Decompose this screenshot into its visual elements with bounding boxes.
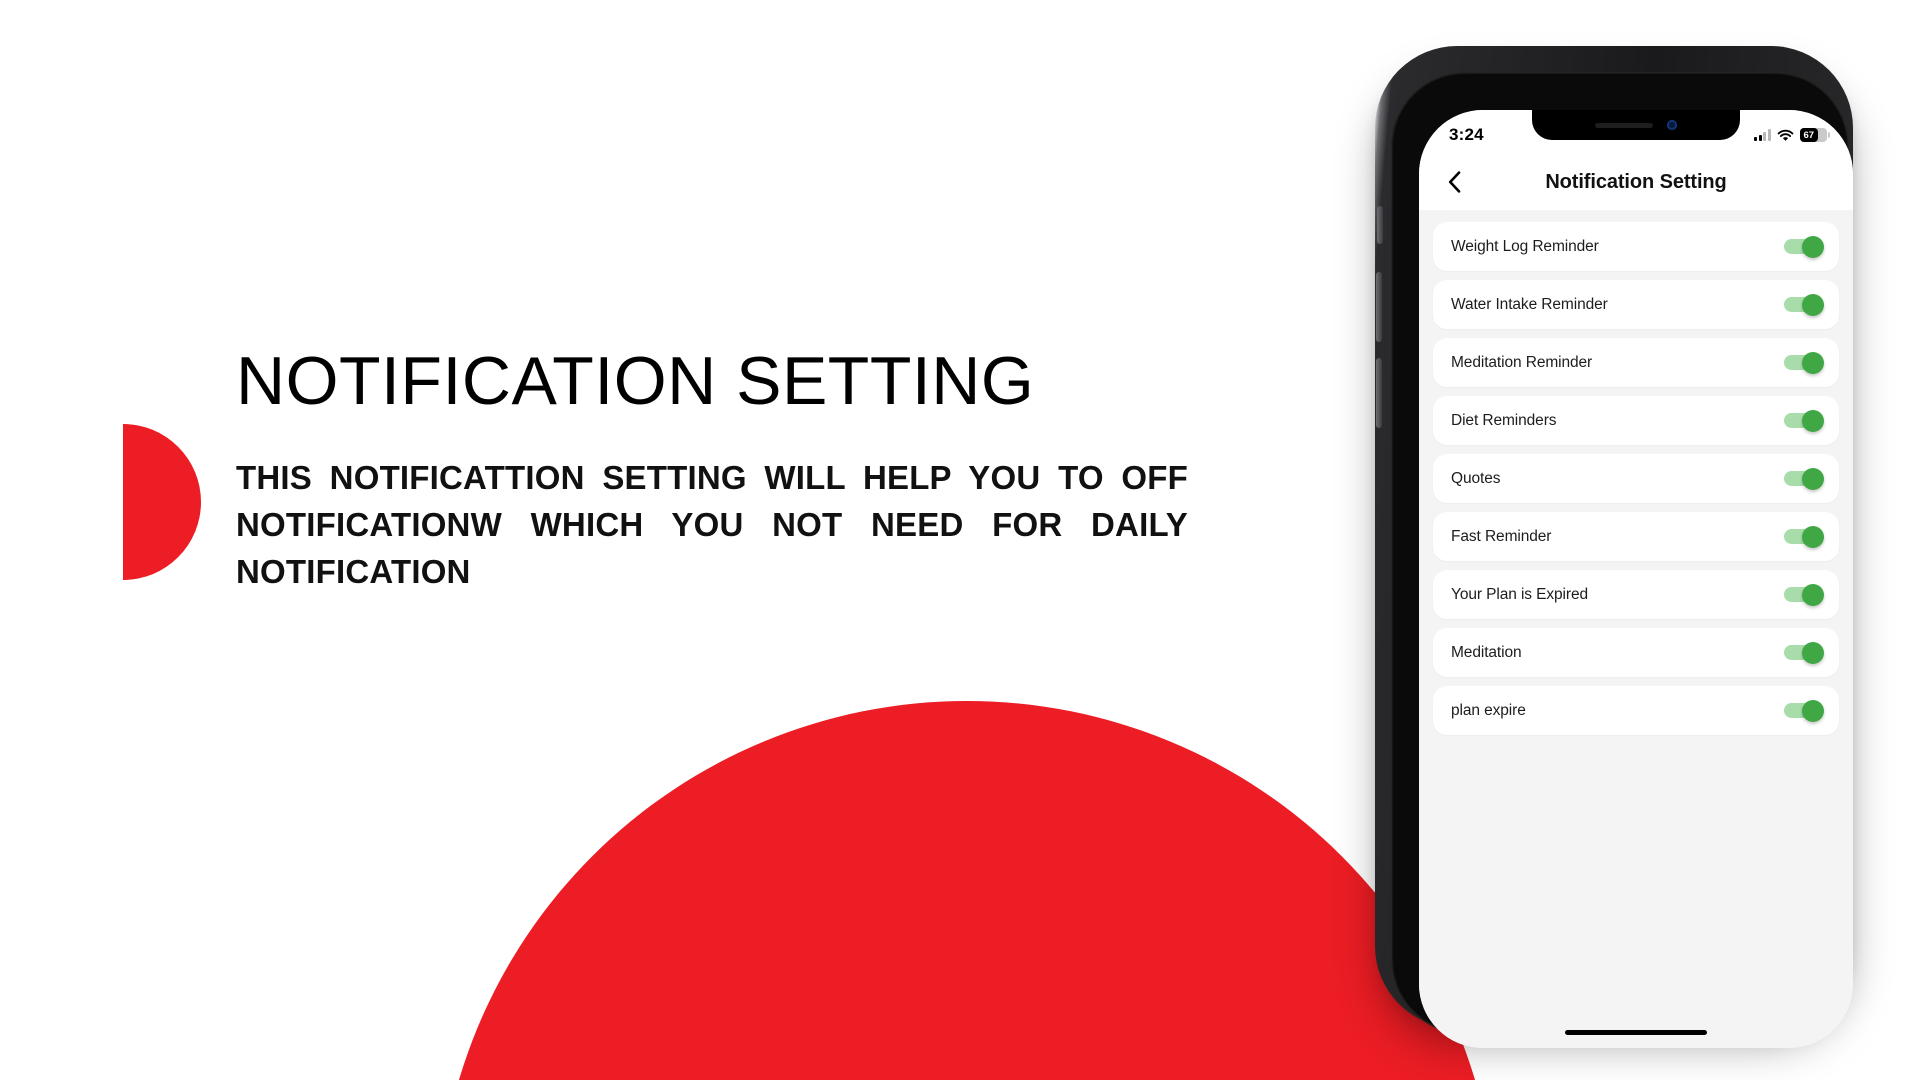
list-item[interactable]: Meditation Reminder (1433, 338, 1839, 387)
home-indicator[interactable] (1565, 1030, 1707, 1035)
toggle-thumb (1802, 641, 1824, 664)
toggle-switch[interactable] (1784, 467, 1824, 490)
front-camera-icon (1667, 120, 1677, 130)
volume-up-button[interactable] (1376, 272, 1382, 342)
slide-canvas: NOTIFICATION SETTING THIS NOTIFICATTION … (0, 0, 1920, 1080)
toggle-thumb (1802, 235, 1824, 258)
toggle-switch[interactable] (1784, 699, 1824, 722)
list-item-label: Meditation (1451, 643, 1522, 661)
list-item[interactable]: Your Plan is Expired (1433, 570, 1839, 619)
slide-text-block: NOTIFICATION SETTING THIS NOTIFICATTION … (236, 347, 1194, 596)
silent-switch-button[interactable] (1377, 206, 1383, 244)
list-item[interactable]: Diet Reminders (1433, 396, 1839, 445)
toggle-thumb (1802, 525, 1824, 548)
list-item-label: plan expire (1451, 701, 1526, 719)
list-item[interactable]: Fast Reminder (1433, 512, 1839, 561)
list-item[interactable]: plan expire (1433, 686, 1839, 735)
toggle-switch[interactable] (1784, 235, 1824, 258)
toggle-thumb (1802, 293, 1824, 316)
list-item-label: Diet Reminders (1451, 411, 1557, 429)
settings-list: Weight Log Reminder Water Intake Reminde… (1419, 210, 1853, 1048)
list-item[interactable]: Water Intake Reminder (1433, 280, 1839, 329)
cellular-bars-icon (1754, 129, 1771, 141)
phone-frame: 3:24 67 Notification Setting Weight Log … (1375, 46, 1853, 1048)
list-item-label: Your Plan is Expired (1451, 585, 1589, 603)
volume-down-button[interactable] (1376, 358, 1382, 428)
page-title: NOTIFICATION SETTING (236, 343, 1035, 419)
slide-description: THIS NOTIFICATTION SETTING WILL HELP YOU… (236, 459, 1188, 590)
phone-screen: 3:24 67 Notification Setting Weight Log … (1419, 110, 1853, 1048)
red-half-circle-decoration (123, 424, 201, 580)
toggle-thumb (1802, 467, 1824, 490)
toggle-switch[interactable] (1784, 583, 1824, 606)
earpiece-speaker-icon (1595, 122, 1653, 128)
app-title: Notification Setting (1545, 170, 1727, 193)
list-item-label: Weight Log Reminder (1451, 237, 1599, 255)
toggle-thumb (1802, 699, 1824, 722)
phone-mockup: 3:24 67 Notification Setting Weight Log … (1369, 30, 1859, 1048)
list-item[interactable]: Quotes (1433, 454, 1839, 503)
battery-tip (1828, 132, 1830, 138)
red-large-circle-decoration (437, 701, 1497, 1080)
toggle-thumb (1802, 583, 1824, 606)
toggle-switch[interactable] (1784, 409, 1824, 432)
list-item-label: Water Intake Reminder (1451, 295, 1608, 313)
status-time: 3:24 (1449, 125, 1484, 144)
status-indicators: 67 (1754, 128, 1830, 142)
notch (1532, 110, 1740, 140)
toggle-switch[interactable] (1784, 351, 1824, 374)
toggle-switch[interactable] (1784, 525, 1824, 548)
toggle-switch[interactable] (1784, 293, 1824, 316)
app-header: Notification Setting (1419, 154, 1853, 210)
list-item-label: Fast Reminder (1451, 527, 1552, 545)
battery-percent-label: 67 (1803, 129, 1815, 141)
toggle-thumb (1802, 351, 1824, 374)
toggle-thumb (1802, 409, 1824, 432)
list-item[interactable]: Weight Log Reminder (1433, 222, 1839, 271)
phone-bezel: 3:24 67 Notification Setting Weight Log … (1391, 72, 1853, 1048)
list-item-label: Quotes (1451, 469, 1501, 487)
wifi-icon (1777, 129, 1794, 141)
battery-icon: 67 (1800, 128, 1830, 142)
list-item[interactable]: Meditation (1433, 628, 1839, 677)
toggle-switch[interactable] (1784, 641, 1824, 664)
list-item-label: Meditation Reminder (1451, 353, 1593, 371)
